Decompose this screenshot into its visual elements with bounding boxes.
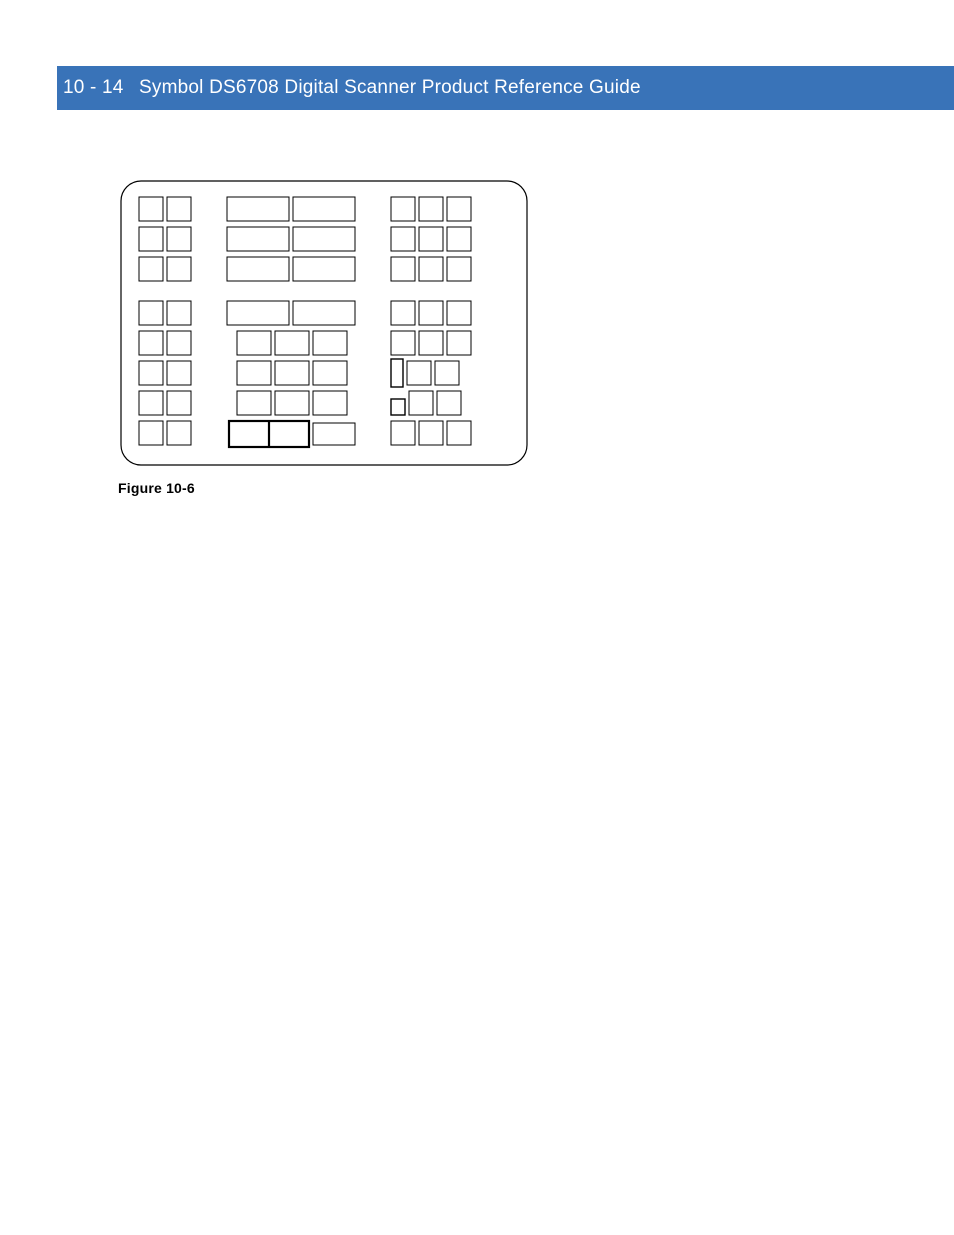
- key: [167, 227, 191, 251]
- page-number: 10 - 14: [57, 77, 134, 99]
- key: [167, 257, 191, 281]
- key: [447, 257, 471, 281]
- key-wide: [227, 197, 289, 221]
- key: [139, 301, 163, 325]
- key: [419, 257, 443, 281]
- key: [391, 421, 415, 445]
- key: [407, 361, 431, 385]
- key: [447, 301, 471, 325]
- key: [391, 227, 415, 251]
- keyboard-diagram: [119, 179, 529, 467]
- document-title: Symbol DS6708 Digital Scanner Product Re…: [139, 77, 641, 98]
- key-med: [275, 361, 309, 385]
- key: [409, 391, 433, 415]
- keyboard-svg: [119, 179, 529, 467]
- key-small: [391, 399, 405, 415]
- page-header-bar: 10 - 14 Symbol DS6708 Digital Scanner Pr…: [57, 66, 954, 110]
- key: [419, 227, 443, 251]
- key: [139, 257, 163, 281]
- key-wide: [227, 257, 289, 281]
- key-med: [313, 391, 347, 415]
- key: [167, 421, 191, 445]
- key: [447, 197, 471, 221]
- key-med: [275, 331, 309, 355]
- key-wide: [227, 227, 289, 251]
- page-header-text: 10 - 14 Symbol DS6708 Digital Scanner Pr…: [57, 77, 641, 99]
- key: [447, 227, 471, 251]
- key: [139, 421, 163, 445]
- key-med: [237, 361, 271, 385]
- key: [167, 331, 191, 355]
- key: [391, 257, 415, 281]
- key: [139, 197, 163, 221]
- page: 10 - 14 Symbol DS6708 Digital Scanner Pr…: [0, 0, 954, 1235]
- key: [167, 301, 191, 325]
- key: [139, 331, 163, 355]
- key: [391, 197, 415, 221]
- key: [437, 391, 461, 415]
- key: [167, 361, 191, 385]
- key: [167, 391, 191, 415]
- key: [391, 301, 415, 325]
- key: [419, 197, 443, 221]
- key: [419, 421, 443, 445]
- key: [419, 331, 443, 355]
- key-wide: [293, 257, 355, 281]
- key: [391, 331, 415, 355]
- key-wide: [227, 301, 289, 325]
- key: [419, 301, 443, 325]
- key-med: [237, 331, 271, 355]
- key: [167, 197, 191, 221]
- key-tall: [391, 359, 403, 387]
- key-med: [275, 391, 309, 415]
- key: [139, 361, 163, 385]
- key: [139, 391, 163, 415]
- figure-caption: Figure 10-6: [118, 480, 195, 496]
- keyboard-outline: [121, 181, 527, 465]
- key: [447, 331, 471, 355]
- key: [435, 361, 459, 385]
- key-wide: [293, 197, 355, 221]
- key-med: [313, 331, 347, 355]
- key-wide: [293, 301, 355, 325]
- key: [447, 421, 471, 445]
- key-med: [313, 361, 347, 385]
- key-wide: [293, 227, 355, 251]
- key-med: [237, 391, 271, 415]
- key-med: [313, 423, 355, 445]
- key: [139, 227, 163, 251]
